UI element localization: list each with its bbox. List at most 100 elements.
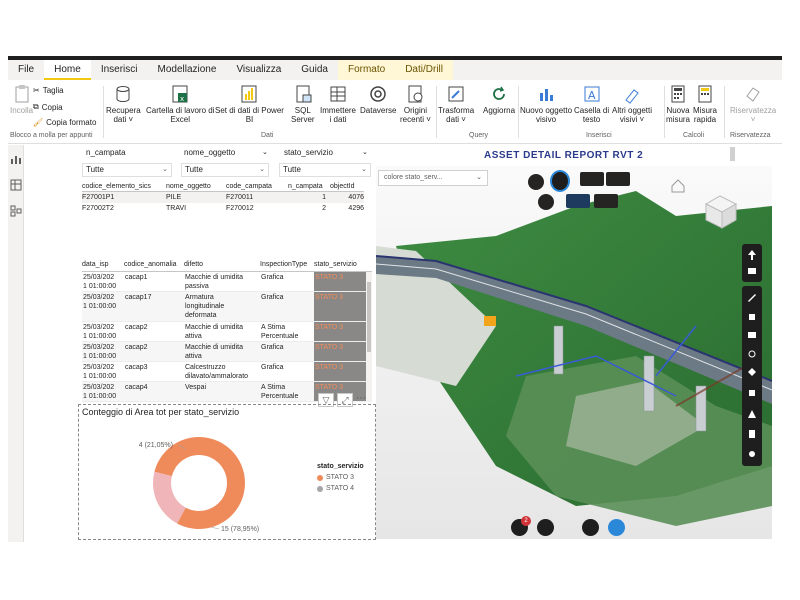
target-button[interactable]	[566, 194, 590, 208]
chevron-down-icon: ⌄	[259, 166, 265, 173]
orbit-button[interactable]	[550, 170, 570, 192]
legend-item[interactable]: STATO 4	[317, 485, 364, 492]
status-badge: STATO 3	[314, 292, 366, 321]
sql-server-button[interactable]: SQL Server	[291, 84, 315, 124]
scissors-icon: ✂	[33, 86, 40, 95]
tab-guida[interactable]: Guida	[291, 60, 338, 80]
slicer-header-stato-servizio: stato_servizio	[284, 148, 333, 157]
table-cell: 25/03/202 1 01:00:00	[83, 344, 117, 360]
cut-button[interactable]: ✂ Taglia	[33, 86, 64, 95]
layers-button[interactable]	[580, 172, 604, 186]
column-header[interactable]: n_campata	[288, 181, 330, 191]
colore-stato-dropdown[interactable]: colore stato_serv... ⌄	[378, 170, 488, 186]
model-filter-button[interactable]	[594, 194, 618, 208]
dataverse-icon	[370, 86, 386, 102]
ribbon-separator	[664, 86, 665, 138]
recent-sources-button[interactable]: Origini recenti ˅	[400, 84, 431, 124]
table-cell: 25/03/202 1 01:00:00	[83, 294, 117, 310]
column-header[interactable]: code_campata	[226, 181, 288, 191]
tab-inserisci[interactable]: Inserisci	[91, 60, 148, 80]
column-header[interactable]: data_isp	[82, 258, 124, 271]
table-cell: cacap2	[125, 344, 148, 351]
transform-data-button[interactable]: Trasforma dati ˅	[438, 84, 474, 124]
screenshot-button[interactable]	[582, 519, 599, 536]
sensitivity-button[interactable]: Riservatezza ˅	[730, 84, 776, 124]
paste-button[interactable]: Incolla	[10, 84, 33, 115]
more-visuals-icon	[625, 89, 639, 104]
column-header[interactable]: codice_anomalia	[124, 258, 184, 271]
copy-button[interactable]: ⧉ Copia	[33, 102, 63, 112]
format-painter-button[interactable]: 🖌 Copia formato	[33, 118, 96, 127]
table-row[interactable]: F27001P1 PILE F270011 1 4076	[82, 192, 364, 203]
3d-viewer[interactable]	[376, 166, 772, 539]
elements-table: codice_elemento_sics nome_oggetto code_c…	[82, 181, 364, 214]
table-cell: Grafica	[261, 364, 284, 371]
slicer-n-campata[interactable]: Tutte ⌄	[82, 163, 172, 177]
text-box-button[interactable]: A Casella di testo	[574, 84, 609, 124]
transform-icon	[448, 86, 464, 102]
slicer-header-n-campata: n_campata	[86, 148, 126, 157]
tab-visualizza[interactable]: Visualizza	[226, 60, 291, 80]
dataverse-button[interactable]: Dataverse	[360, 84, 396, 115]
column-header[interactable]: codice_elemento_sics	[82, 181, 166, 191]
table-cell: Macchie di umidita passiva	[185, 274, 243, 290]
info-button[interactable]	[528, 174, 544, 190]
settings-button[interactable]	[608, 519, 625, 536]
report-title: ASSET DETAIL REPORT RVT 2	[484, 150, 644, 161]
column-header[interactable]: stato_servizio	[314, 258, 366, 271]
table-row[interactable]: 25/03/202 1 01:00:00 cacap1 Macchie di umi…	[82, 272, 372, 292]
slicer-stato-servizio[interactable]: Tutte ⌄	[279, 163, 371, 177]
column-header[interactable]: difetto	[184, 258, 260, 271]
chevron-down-icon[interactable]: ⌄	[362, 148, 368, 156]
table-cell: Macchie di umidita attiva	[185, 344, 243, 360]
table-row[interactable]: 25/03/202 1 01:00:00 cacap2 Macchie di umi…	[82, 322, 372, 342]
tab-file[interactable]: File	[8, 60, 44, 80]
quick-calculator-icon	[698, 85, 712, 103]
new-visual-button[interactable]: Nuovo oggetto visivo	[520, 84, 572, 124]
tab-formato[interactable]: Formato	[337, 60, 396, 80]
excel-workbook-button[interactable]: x Cartella di lavoro di Excel	[146, 84, 214, 124]
brush-icon: 🖌	[33, 118, 44, 127]
table-cell: Calcestruzzo dilavato/ammalorato	[185, 364, 249, 380]
bar-chart-icon	[540, 89, 554, 101]
filter-toggle-button[interactable]	[537, 519, 554, 536]
table-row[interactable]: 25/03/202 1 01:00:00 cacap17 Armatura long…	[82, 292, 372, 322]
table-cell: Macchie di umidita attiva	[185, 324, 243, 340]
model-view-icon[interactable]	[10, 205, 22, 217]
table-cell: A Stima Percentuale	[261, 324, 299, 340]
paste-icon	[15, 85, 29, 103]
more-visuals-button[interactable]: Altri oggetti visivi ˅	[612, 84, 652, 124]
table-row[interactable]: F27002T2 TRAVI F270012 2 4296	[82, 203, 364, 214]
status-badge: STATO 3	[314, 342, 366, 361]
report-view-icon[interactable]	[10, 153, 22, 165]
refresh-button[interactable]: Aggiorna	[483, 84, 515, 115]
table-row[interactable]: 25/03/202 1 01:00:00 cacap2 Macchie di umi…	[82, 342, 372, 362]
enter-data-button[interactable]: Immettere i dati	[320, 84, 356, 124]
tab-home[interactable]: Home	[44, 60, 91, 80]
table-row[interactable]: 25/03/202 1 01:00:00 cacap3 Calcestruzzo d…	[82, 362, 372, 382]
column-header[interactable]: InspectionType	[260, 258, 314, 271]
walk-button[interactable]	[538, 194, 554, 210]
new-measure-button[interactable]: Nuova misura	[666, 84, 690, 124]
legend-item[interactable]: STATO 3	[317, 474, 364, 481]
data-view-icon[interactable]	[10, 179, 22, 191]
tab-modellazione[interactable]: Modellazione	[148, 60, 227, 80]
table-cell: 25/03/202 1 01:00:00	[83, 324, 117, 340]
donut-chart-visual[interactable]: Conteggio di Area tot per stato_servizio…	[78, 404, 376, 540]
slicer-nome-oggetto[interactable]: Tutte ⌄	[181, 163, 269, 177]
get-data-button[interactable]: Recupera dati ˅	[106, 84, 141, 124]
legend-swatch	[317, 474, 323, 481]
section-button[interactable]	[606, 172, 630, 186]
data-label: 4 (21,05%)	[139, 442, 173, 449]
donut-slice-2[interactable]	[153, 471, 186, 524]
quick-measure-button[interactable]: Misura rapida	[693, 84, 717, 124]
column-header[interactable]: objectId	[330, 181, 364, 191]
power-bi-dataset-button[interactable]: Set di dati di Power BI	[215, 84, 284, 124]
table-cell: Vespai	[185, 384, 207, 391]
column-header[interactable]: nome_oggetto	[166, 181, 226, 191]
table-scrollbar-thumb[interactable]	[367, 282, 371, 352]
group-label-riservatezza: Riservatezza	[730, 132, 771, 139]
chevron-down-icon[interactable]: ⌄	[262, 148, 268, 156]
tab-dati-drill[interactable]: Dati/Drill	[395, 60, 453, 80]
table-cell: Armatura longitudinale deformata	[185, 294, 225, 319]
